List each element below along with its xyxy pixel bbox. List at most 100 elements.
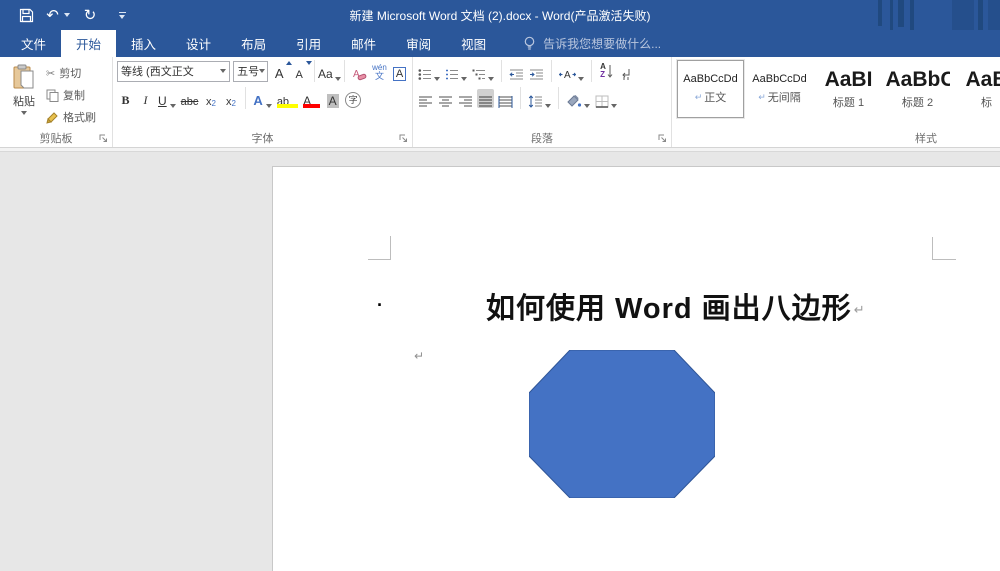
highlight-button[interactable]: ab [276,89,299,108]
multilevel-caret-icon[interactable] [488,76,494,81]
tab-review[interactable]: 审阅 [391,30,446,57]
clipboard-dialog-launcher[interactable] [97,132,109,144]
decrease-indent-button[interactable] [508,62,525,81]
window-title: 新建 Microsoft Word 文档 (2).docx - Word(产品激… [349,8,651,23]
font-group: 等线 (西文正文 五号 A A Aa A wén 文 A B I U abc x… [113,57,413,147]
paste-button[interactable]: 粘贴 [4,60,44,129]
document-page[interactable]: · 如何使用 Word 画出八边形 ↵ ↵ [272,166,1000,571]
copy-button[interactable]: 复制 [46,86,96,104]
justify-icon [479,95,492,107]
font-color-bar [303,103,321,108]
tab-references[interactable]: 引用 [281,30,336,57]
phonetic-guide-button[interactable]: wén 文 [371,62,388,81]
separator [501,60,502,82]
shrink-font-tick-icon [305,60,312,65]
bullets-icon [418,68,432,81]
font-dialog-launcher[interactable] [397,132,409,144]
shading-button[interactable] [565,89,591,108]
line-spacing-button[interactable] [527,89,552,108]
grow-font-button[interactable]: A [271,60,292,81]
tell-me-box[interactable]: 告诉我您想要做什么... [523,30,661,57]
separator [313,60,315,82]
align-right-button[interactable] [457,89,474,108]
superscript-button[interactable]: x2 [222,89,239,108]
subscript-button[interactable]: x2 [202,89,219,108]
numbering-caret-icon[interactable] [461,76,467,81]
redo-icon: ↻ [83,5,97,24]
justify-button[interactable] [477,88,494,108]
change-case-button[interactable]: Aa [318,62,341,81]
font-size-combo[interactable]: 五号 [233,60,268,82]
asian-layout-caret-icon [578,76,584,81]
align-left-button[interactable] [417,89,434,108]
undo-dropdown-caret-icon[interactable] [63,13,70,17]
paragraph-dialog-launcher[interactable] [656,132,668,144]
copy-icon [46,89,59,102]
font-color-button[interactable]: A [302,89,321,108]
align-center-icon [439,95,452,107]
distribute-button[interactable] [497,89,514,108]
save-button[interactable] [14,3,38,27]
asian-layout-button[interactable]: A [558,62,585,81]
paragraph-group-label: 段落 [531,133,553,145]
format-painter-button[interactable]: 格式刷 [46,108,96,126]
asian-layout-icon: A [559,68,576,81]
change-case-caret-icon [334,76,341,81]
borders-button[interactable] [594,89,618,108]
customize-caret-icon [119,14,125,19]
text-effects-button[interactable]: A [252,89,272,108]
style-heading2[interactable]: AaBbC 标题 2 [884,60,951,118]
increase-indent-button[interactable] [528,62,545,81]
document-heading[interactable]: 如何使用 Word 画出八边形 ↵ [486,285,866,327]
undo-button[interactable]: ↶ [46,3,70,27]
character-border-button[interactable]: A [391,62,408,81]
eraser-icon: A [352,67,367,81]
paste-label: 粘贴 [13,96,35,108]
tab-insert[interactable]: 插入 [116,30,171,57]
bullets-caret-icon[interactable] [434,76,440,81]
bold-button[interactable]: B [117,89,134,108]
cut-icon: ✂ [46,66,56,80]
tab-design[interactable]: 设计 [171,30,226,57]
italic-button[interactable]: I [137,89,154,108]
quick-access-toolbar: ↶ ↻ [0,3,142,27]
tab-view[interactable]: 视图 [446,30,501,57]
clear-formatting-button[interactable]: A [351,62,368,81]
shading-caret-icon[interactable] [584,103,590,108]
font-name-caret-icon [220,69,227,73]
separator [591,60,592,82]
style-heading1[interactable]: AaBI 标题 1 [815,60,882,118]
font-size-caret-icon [259,69,266,73]
tab-mailings[interactable]: 邮件 [336,30,391,57]
style-normal[interactable]: AaBbCcDd ↵ 正文 [677,60,744,118]
svg-text:A: A [564,70,571,81]
strikethrough-button[interactable]: abc [180,89,200,108]
paste-dropdown-caret-icon[interactable] [21,111,27,115]
sort-button[interactable]: A Z [598,62,615,81]
show-marks-button[interactable] [618,62,635,81]
style-no-spacing[interactable]: AaBbCcDd ↵ 无间隔 [746,60,813,118]
separator [551,60,552,82]
bullets-button[interactable] [417,62,441,81]
character-shading-button[interactable]: A [324,89,341,108]
underline-caret-icon[interactable] [169,103,176,108]
numbering-button[interactable] [444,62,468,81]
enclose-characters-button[interactable]: 字 [344,89,362,108]
tab-file[interactable]: 文件 [6,30,61,57]
clipboard-group-label: 剪贴板 [39,133,73,145]
numbering-icon [445,68,459,81]
octagon-shape[interactable] [529,350,715,498]
redo-button[interactable]: ↻ [78,3,102,27]
underline-button[interactable]: U [157,89,177,108]
customize-quick-access-button[interactable] [110,3,134,27]
cut-button[interactable]: ✂ 剪切 [46,64,96,82]
shrink-font-button[interactable]: A [291,60,312,81]
font-name-combo[interactable]: 等线 (西文正文 [117,60,231,82]
align-center-button[interactable] [437,89,454,108]
multilevel-list-button[interactable] [471,62,495,81]
separator [245,87,247,109]
tab-layout[interactable]: 布局 [226,30,281,57]
tab-home[interactable]: 开始 [61,30,117,57]
style-heading3[interactable]: AaB 标 [953,60,1000,118]
borders-caret-icon[interactable] [611,103,617,108]
